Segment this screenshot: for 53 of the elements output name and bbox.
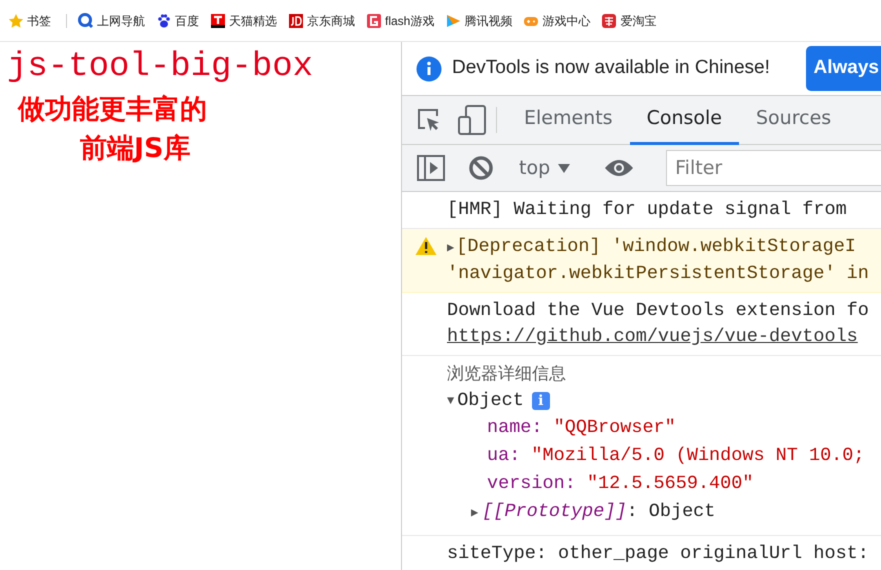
- banner-text: DevTools is now available in Chinese!: [452, 56, 770, 80]
- device-toggle-button[interactable]: [458, 105, 486, 135]
- bookmark-link[interactable]: 腾讯视频: [445, 12, 512, 30]
- clear-console-button[interactable]: [469, 156, 493, 180]
- star-icon: [8, 12, 24, 28]
- filter-field[interactable]: Filter: [666, 150, 881, 186]
- bookmark-link[interactable]: flash游戏: [366, 12, 434, 30]
- bookmark-link[interactable]: 游戏中心: [523, 12, 590, 30]
- device-icon: [458, 105, 486, 135]
- bookmark-link[interactable]: 百度: [156, 12, 199, 30]
- expand-toggle[interactable]: ▶: [447, 241, 454, 255]
- property-key: ua:: [487, 445, 520, 466]
- caret-icon: [558, 164, 570, 172]
- property-key: name:: [487, 417, 543, 438]
- console-message: [HMR] Waiting for update signal from: [447, 198, 848, 222]
- bookmark-link[interactable]: 书签: [8, 12, 51, 30]
- page-title: js-tool-big-box: [7, 50, 314, 84]
- sidebar-toggle-button[interactable]: [417, 155, 445, 181]
- block-icon: [469, 156, 493, 180]
- console-message: Download the Vue Devtools extension fo: [447, 299, 870, 323]
- bookmark-link[interactable]: 爱淘宝: [601, 12, 656, 30]
- devtools-tab[interactable]: Sources: [739, 96, 848, 144]
- sidebar-icon: [417, 155, 445, 181]
- console-message: [Deprecation] 'window.webkitStorageI: [456, 236, 856, 257]
- expand-toggle[interactable]: ▼: [447, 388, 454, 414]
- paw-icon: [156, 12, 172, 28]
- eye-icon: [604, 158, 634, 178]
- property-value: "12.5.5659.400": [586, 473, 754, 494]
- property-value: "Mozilla/5.0 (Windows NT 10.0;: [531, 445, 864, 466]
- bookmark-link[interactable]: 天猫精选: [210, 12, 277, 30]
- page-subtitle: 前端JS库: [80, 135, 190, 162]
- prototype-key: [[Prototype]]: [482, 501, 627, 522]
- prototype-value: : Object: [626, 501, 716, 522]
- property-value: "QQBrowser": [554, 417, 676, 438]
- search-icon: [78, 12, 94, 28]
- info-icon: i: [532, 392, 550, 410]
- bookmark-link[interactable]: 京东商城: [288, 12, 355, 30]
- warning-icon: [415, 236, 437, 256]
- always-button[interactable]: Always: [806, 46, 881, 91]
- play-icon: [445, 12, 462, 28]
- console-message: siteType: other_page originalUrl host:: [447, 542, 870, 566]
- info-icon: [416, 56, 442, 82]
- group-label: 浏览器详细信息: [447, 364, 566, 384]
- link[interactable]: https://github.com/vuejs/vue-devtools: [447, 326, 858, 347]
- live-expression-button[interactable]: [604, 158, 634, 178]
- property-key: version:: [487, 473, 576, 494]
- page-subtitle: 做功能更丰富的: [18, 96, 207, 123]
- console-message: 'navigator.webkitPersistentStorage' in: [447, 263, 869, 284]
- bookmark-link[interactable]: 上网导航: [78, 12, 145, 30]
- expand-toggle[interactable]: ▶: [471, 506, 478, 520]
- object-label: Object: [457, 389, 524, 413]
- context-dropdown[interactable]: top: [513, 152, 576, 184]
- devtools-tab[interactable]: Elements: [507, 96, 630, 144]
